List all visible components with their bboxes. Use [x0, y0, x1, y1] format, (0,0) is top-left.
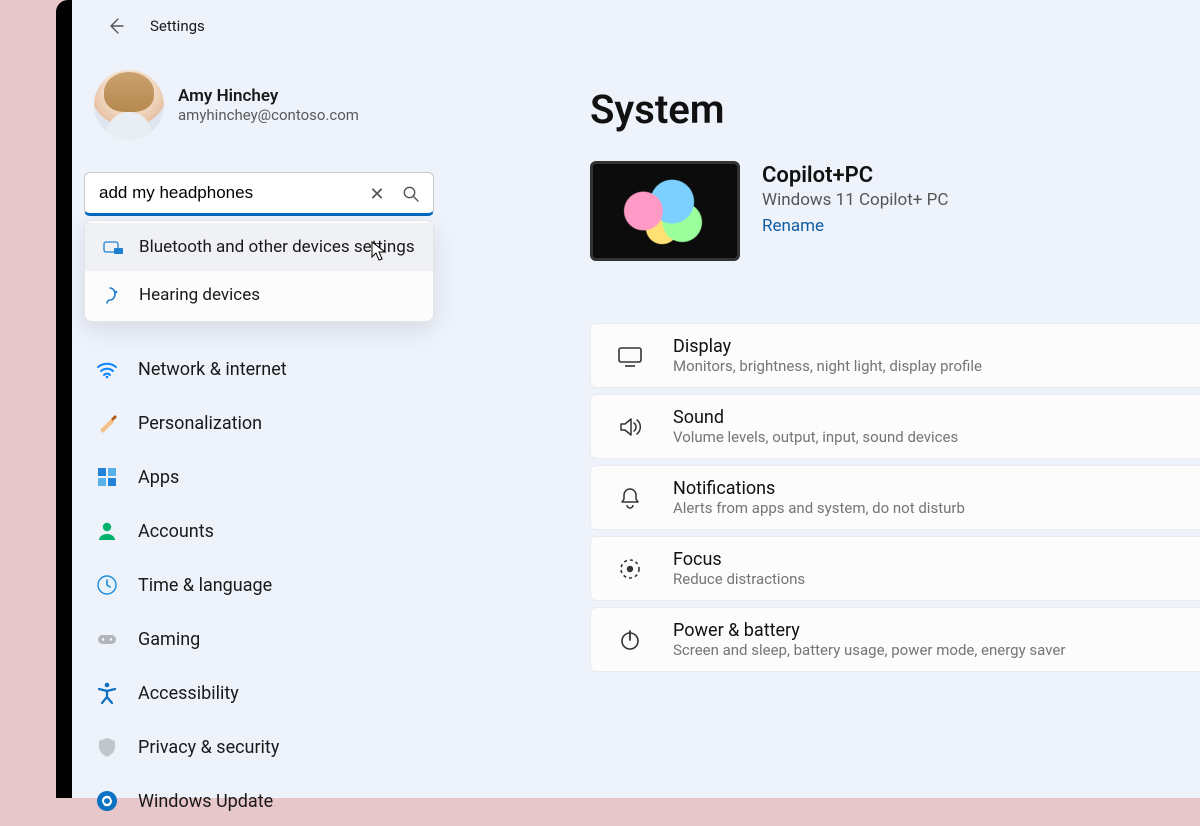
sidebar-item-network[interactable]: Network & internet — [84, 344, 494, 394]
brush-icon — [94, 410, 120, 436]
settings-card-focus[interactable]: Focus Reduce distractions — [590, 536, 1200, 601]
sidebar-item-label: Apps — [138, 467, 179, 488]
sidebar-item-label: Privacy & security — [138, 737, 279, 758]
sidebar-item-time-language[interactable]: Time & language — [84, 560, 494, 610]
sidebar-item-accessibility[interactable]: Accessibility — [84, 668, 494, 718]
suggestion-label: Hearing devices — [139, 285, 260, 305]
settings-card-power[interactable]: Power & battery Screen and sleep, batter… — [590, 607, 1200, 672]
sidebar-item-label: Personalization — [138, 413, 262, 434]
card-subtitle: Screen and sleep, battery usage, power m… — [673, 641, 1065, 659]
app-title: Settings — [150, 17, 205, 35]
card-subtitle: Monitors, brightness, night light, displ… — [673, 357, 982, 375]
card-subtitle: Volume levels, output, input, sound devi… — [673, 428, 958, 446]
sidebar-item-gaming[interactable]: Gaming — [84, 614, 494, 664]
suggestion-hearing-devices[interactable]: Hearing devices — [85, 271, 433, 319]
card-title: Focus — [673, 549, 805, 570]
sidebar-item-privacy[interactable]: Privacy & security — [84, 722, 494, 772]
wifi-icon — [94, 356, 120, 382]
search-suggestions: Bluetooth and other devices settings Hea… — [84, 220, 434, 322]
display-icon — [613, 339, 647, 373]
search-button[interactable] — [396, 179, 426, 209]
settings-card-notifications[interactable]: Notifications Alerts from apps and syste… — [590, 465, 1200, 530]
sidebar-item-apps[interactable]: Apps — [84, 452, 494, 502]
sidebar-item-label: Accessibility — [138, 683, 239, 704]
app-window: Settings Amy Hinchey amyhinchey@contoso.… — [56, 0, 1200, 798]
search-icon — [402, 185, 420, 203]
device-os: Windows 11 Copilot+ PC — [762, 190, 948, 210]
focus-icon — [613, 552, 647, 586]
profile-name: Amy Hinchey — [178, 86, 359, 106]
gaming-icon — [94, 626, 120, 652]
sound-icon — [613, 410, 647, 444]
clock-icon — [94, 572, 120, 598]
sidebar-nav: Network & internet Personalization Apps … — [84, 344, 512, 826]
shield-icon — [94, 734, 120, 760]
suggestion-label: Bluetooth and other devices settings — [139, 237, 415, 257]
sidebar-item-label: Accounts — [138, 521, 214, 542]
sidebar: Amy Hinchey amyhinchey@contoso.com ✕ — [72, 46, 512, 798]
sidebar-item-windows-update[interactable]: Windows Update — [84, 776, 494, 826]
account-icon — [94, 518, 120, 544]
bell-icon — [613, 481, 647, 515]
settings-card-sound[interactable]: Sound Volume levels, output, input, soun… — [590, 394, 1200, 459]
sidebar-item-accounts[interactable]: Accounts — [84, 506, 494, 556]
settings-card-display[interactable]: Display Monitors, brightness, night ligh… — [590, 323, 1200, 388]
profile-email: amyhinchey@contoso.com — [178, 106, 359, 124]
sidebar-item-label: Gaming — [138, 629, 200, 650]
apps-icon — [94, 464, 120, 490]
card-subtitle: Reduce distractions — [673, 570, 805, 588]
clear-button[interactable]: ✕ — [362, 179, 392, 209]
device-name: Copilot+PC — [762, 163, 948, 188]
card-title: Power & battery — [673, 620, 1065, 641]
main-panel: System Copilot+PC Windows 11 Copilot+ PC… — [512, 46, 1200, 798]
settings-list: Display Monitors, brightness, night ligh… — [590, 323, 1200, 672]
profile-block[interactable]: Amy Hinchey amyhinchey@contoso.com — [84, 58, 512, 154]
sidebar-item-personalization[interactable]: Personalization — [84, 398, 494, 448]
sidebar-item-label: Network & internet — [138, 359, 287, 380]
close-icon: ✕ — [369, 184, 384, 205]
card-title: Notifications — [673, 478, 965, 499]
avatar — [94, 70, 164, 140]
back-button[interactable] — [102, 12, 130, 40]
sidebar-item-label: Time & language — [138, 575, 272, 596]
card-title: Sound — [673, 407, 958, 428]
sidebar-item-label: Windows Update — [138, 791, 273, 812]
update-icon — [94, 788, 120, 814]
device-summary: Copilot+PC Windows 11 Copilot+ PC Rename — [590, 161, 1200, 261]
accessibility-icon — [94, 680, 120, 706]
power-icon — [613, 623, 647, 657]
bluetooth-keyboard-icon — [101, 235, 125, 259]
arrow-left-icon — [106, 16, 126, 36]
card-subtitle: Alerts from apps and system, do not dist… — [673, 499, 965, 517]
topbar: Settings — [72, 0, 1200, 46]
hearing-icon — [101, 283, 125, 307]
suggestion-bluetooth-devices[interactable]: Bluetooth and other devices settings — [85, 223, 433, 271]
card-title: Display — [673, 336, 982, 357]
page-title: System — [590, 86, 1200, 133]
search-wrap: ✕ Bluetooth and other devices settings — [84, 172, 434, 216]
rename-link[interactable]: Rename — [762, 216, 948, 236]
device-thumbnail — [590, 161, 740, 261]
